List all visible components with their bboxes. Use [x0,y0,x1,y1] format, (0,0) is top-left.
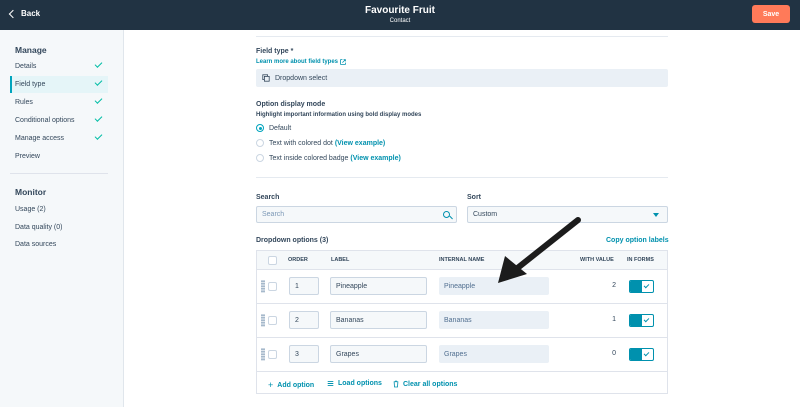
sidebar: Manage Details Field type Rules Conditio… [0,30,124,407]
internal-name-field: Bananas [439,311,549,329]
check-icon [643,316,650,323]
plus-icon: + [268,380,274,390]
display-mode-help: Highlight important information using bo… [256,112,422,118]
save-button[interactable]: Save [752,5,790,23]
sidebar-divider [10,173,108,174]
manage-section-title: Manage [15,45,47,55]
caret-down-icon [653,213,659,217]
load-options-button[interactable]: Load options [327,380,382,387]
column-header-order: ORDER [288,257,308,263]
learn-more-link[interactable]: Learn more about field types [256,59,346,65]
table-header: ORDER LABEL INTERNAL NAME WITH VALUE IN … [257,251,667,270]
column-header-in-forms: IN FORMS [627,257,654,263]
monitor-section-title: Monitor [15,187,47,197]
table-row: 3 Grapes Grapes 0 [257,338,667,372]
page-subtitle: Contact [389,18,411,24]
column-header-internal-name: INTERNAL NAME [439,257,485,263]
in-forms-toggle[interactable] [629,314,654,327]
field-type-label: Field type * [256,48,294,55]
row-checkbox[interactable] [268,350,277,359]
check-icon [94,96,103,104]
sidebar-item-usage[interactable]: Usage (2) [10,201,108,218]
search-input[interactable]: Search [256,206,457,223]
column-header-label: LABEL [331,257,350,263]
radio-button[interactable] [256,139,264,147]
view-example-link[interactable]: (View example) [335,140,385,147]
clear-all-options-button[interactable]: Clear all options [393,380,457,388]
column-header-with-value: WITH VALUE [580,257,614,263]
search-icon[interactable] [443,211,450,218]
check-icon [94,132,103,140]
check-icon [643,350,650,357]
sidebar-item-preview[interactable]: Preview [10,148,108,165]
field-type-select[interactable]: Dropdown select [256,69,668,87]
radio-button[interactable] [256,124,264,132]
dropdown-options-title: Dropdown options (3) [256,237,329,244]
sort-label: Sort [467,194,481,201]
with-value-count: 1 [612,316,616,323]
radio-button[interactable] [256,154,264,162]
drag-handle-icon[interactable] [261,280,265,293]
display-mode-label: Option display mode [256,101,326,108]
trash-icon [393,380,399,388]
add-option-button[interactable]: + Add option [268,380,314,390]
in-forms-toggle[interactable] [629,348,654,361]
check-icon [94,78,103,86]
check-icon [643,282,650,289]
order-input[interactable]: 2 [289,311,319,329]
external-link-icon [340,59,346,65]
row-checkbox[interactable] [268,282,277,291]
options-table: ORDER LABEL INTERNAL NAME WITH VALUE IN … [256,250,668,394]
row-checkbox[interactable] [268,316,277,325]
check-icon [94,60,103,68]
drag-handle-icon[interactable] [261,314,265,327]
internal-name-field: Pineapple [439,277,549,295]
in-forms-toggle[interactable] [629,280,654,293]
with-value-count: 2 [612,282,616,289]
table-row: 2 Bananas Bananas 1 [257,304,667,338]
label-input[interactable]: Grapes [330,345,427,363]
search-label: Search [256,194,280,201]
label-input[interactable]: Bananas [330,311,427,329]
top-header: Back Favourite Fruit Contact Save [0,0,800,30]
with-value-count: 0 [612,350,616,357]
sidebar-item-data-quality[interactable]: Data quality (0) [10,219,108,236]
sidebar-item-manage-access[interactable]: Manage access [10,130,108,147]
section-divider [256,36,668,37]
sidebar-item-data-sources[interactable]: Data sources [10,236,108,253]
label-input[interactable]: Pineapple [330,277,427,295]
order-input[interactable]: 1 [289,277,319,295]
view-example-link[interactable]: (View example) [350,155,400,162]
sidebar-item-details[interactable]: Details [10,58,108,75]
order-input[interactable]: 3 [289,345,319,363]
dropdown-select-icon [262,74,270,82]
sidebar-item-rules[interactable]: Rules [10,94,108,111]
table-row: 1 Pineapple Pineapple 2 [257,270,667,304]
copy-option-labels-link[interactable]: Copy option labels [606,237,669,244]
radio-colored-dot[interactable]: Text with colored dot (View example) [256,139,385,147]
page-title: Favourite Fruit [364,5,435,16]
check-icon [94,114,103,122]
sidebar-item-field-type[interactable]: Field type [10,76,108,93]
select-all-checkbox[interactable] [268,256,277,265]
section-divider [256,177,668,178]
sort-select[interactable]: Custom [467,206,668,223]
radio-default[interactable]: Default [256,124,291,132]
radio-colored-badge[interactable]: Text inside colored badge (View example) [256,154,401,162]
internal-name-field: Grapes [439,345,549,363]
list-icon [327,380,334,387]
drag-handle-icon[interactable] [261,348,265,361]
sidebar-item-conditional-options[interactable]: Conditional options [10,112,108,129]
